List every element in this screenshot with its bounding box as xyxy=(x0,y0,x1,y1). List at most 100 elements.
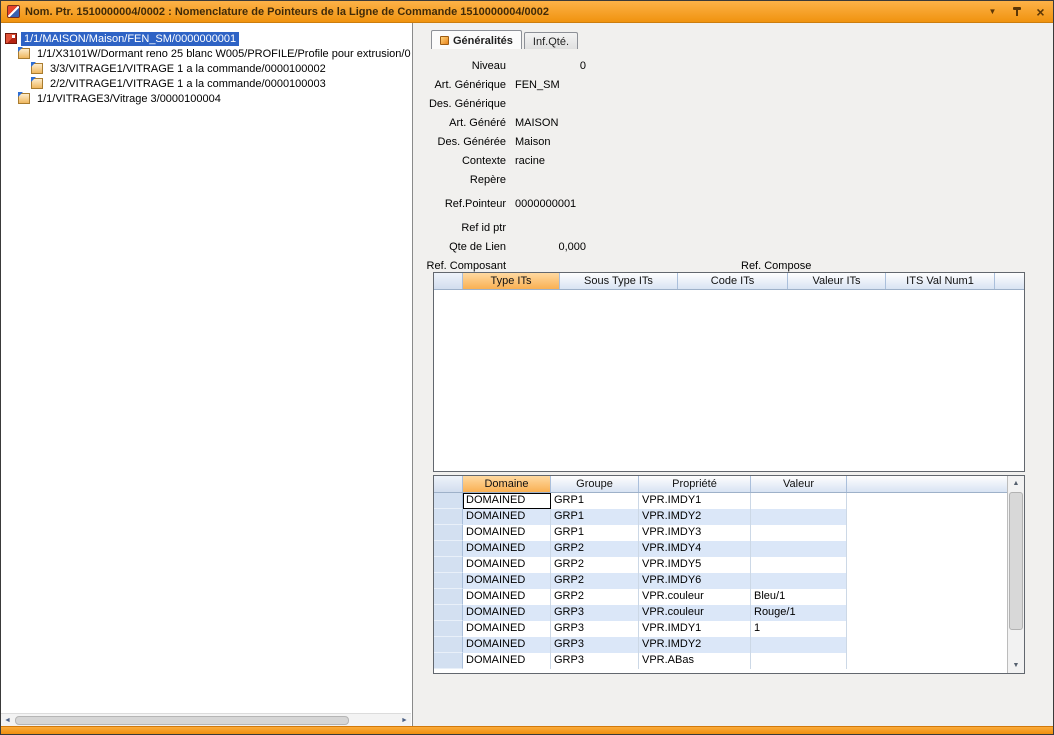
table-row[interactable]: DOMAINEDGRP1VPR.IMDY3 xyxy=(434,525,1007,541)
close-icon[interactable]: × xyxy=(1034,5,1047,19)
cell-domaine[interactable]: DOMAINED xyxy=(463,541,551,557)
cell-groupe[interactable]: GRP2 xyxy=(551,557,639,573)
row-header-cell[interactable] xyxy=(434,605,463,621)
cell-valeur[interactable]: Rouge/1 xyxy=(751,605,847,621)
table-row[interactable]: DOMAINEDGRP1VPR.IMDY1 xyxy=(434,493,1007,509)
cell-groupe[interactable]: GRP2 xyxy=(551,541,639,557)
cell-domaine[interactable]: DOMAINED xyxy=(463,621,551,637)
scroll-up-arrow-icon[interactable]: ▲ xyxy=(1008,476,1024,491)
column-header[interactable]: Propriété xyxy=(639,476,751,492)
scroll-left-arrow-icon[interactable]: ◄ xyxy=(1,714,14,727)
row-header-cell[interactable] xyxy=(434,509,463,525)
scroll-down-arrow-icon[interactable]: ▼ xyxy=(1008,658,1024,673)
cell-propriete[interactable]: VPR.IMDY2 xyxy=(639,509,751,525)
field-value[interactable]: 0 xyxy=(514,60,586,72)
row-header-cell[interactable] xyxy=(434,589,463,605)
table-row[interactable]: DOMAINEDGRP2VPR.couleurBleu/1 xyxy=(434,589,1007,605)
row-header-cell[interactable] xyxy=(434,525,463,541)
cell-domaine[interactable]: DOMAINED xyxy=(463,525,551,541)
cell-valeur[interactable] xyxy=(751,557,847,573)
table-row[interactable]: DOMAINEDGRP2VPR.IMDY5 xyxy=(434,557,1007,573)
pin-icon[interactable] xyxy=(1010,7,1023,16)
cell-propriete[interactable]: VPR.ABas xyxy=(639,653,751,669)
cell-groupe[interactable]: GRP3 xyxy=(551,653,639,669)
tree-item[interactable]: 1/1/X3101W/Dormant reno 25 blanc W005/PR… xyxy=(1,46,412,61)
field-value[interactable]: FEN_SM xyxy=(514,79,664,91)
column-header[interactable]: Groupe xyxy=(551,476,639,492)
column-header[interactable]: Valeur xyxy=(751,476,847,492)
cell-domaine[interactable]: DOMAINED xyxy=(463,493,551,509)
row-header-cell[interactable] xyxy=(434,493,463,509)
cell-groupe[interactable]: GRP1 xyxy=(551,493,639,509)
cell-propriete[interactable]: VPR.IMDY3 xyxy=(639,525,751,541)
cell-propriete[interactable]: VPR.IMDY4 xyxy=(639,541,751,557)
cell-valeur[interactable]: 1 xyxy=(751,621,847,637)
cell-domaine[interactable]: DOMAINED xyxy=(463,637,551,653)
tree-item[interactable]: 1/1/VITRAGE3/Vitrage 3/0000100004 xyxy=(1,91,412,106)
cell-propriete[interactable]: VPR.IMDY1 xyxy=(639,493,751,509)
column-header[interactable]: Sous Type ITs xyxy=(560,273,678,289)
cell-domaine[interactable]: DOMAINED xyxy=(463,653,551,669)
row-header-cell[interactable] xyxy=(434,653,463,669)
row-header-cell[interactable] xyxy=(434,573,463,589)
cell-domaine[interactable]: DOMAINED xyxy=(463,573,551,589)
cell-valeur[interactable] xyxy=(751,653,847,669)
cell-groupe[interactable]: GRP3 xyxy=(551,637,639,653)
tree-item[interactable]: 1/1/MAISON/Maison/FEN_SM/0000000001 xyxy=(1,31,412,46)
column-header[interactable]: Type ITs xyxy=(463,273,560,289)
its-table-body[interactable] xyxy=(434,290,1024,471)
cell-valeur[interactable] xyxy=(751,509,847,525)
cell-groupe[interactable]: GRP2 xyxy=(551,573,639,589)
column-header[interactable]: Domaine xyxy=(463,476,551,492)
cell-domaine[interactable]: DOMAINED xyxy=(463,589,551,605)
row-header-cell[interactable] xyxy=(434,621,463,637)
tab-inf-qte[interactable]: Inf.Qté. xyxy=(524,32,578,49)
row-header-cell[interactable] xyxy=(434,637,463,653)
header-corner-cell[interactable] xyxy=(434,476,463,492)
field-value[interactable]: 0000000001 xyxy=(514,198,664,210)
row-header-cell[interactable] xyxy=(434,557,463,573)
row-header-cell[interactable] xyxy=(434,541,463,557)
cell-groupe[interactable]: GRP1 xyxy=(551,509,639,525)
table-row[interactable]: DOMAINEDGRP2VPR.IMDY4 xyxy=(434,541,1007,557)
cell-propriete[interactable]: VPR.IMDY5 xyxy=(639,557,751,573)
field-value[interactable]: Maison xyxy=(514,136,664,148)
window-menu-dropdown-icon[interactable]: ▼ xyxy=(986,7,999,16)
table-row[interactable]: DOMAINEDGRP3VPR.ABas xyxy=(434,653,1007,669)
cell-propriete[interactable]: VPR.IMDY1 xyxy=(639,621,751,637)
cell-valeur[interactable] xyxy=(751,493,847,509)
tab-generalites[interactable]: Généralités xyxy=(431,30,522,49)
cell-domaine[interactable]: DOMAINED xyxy=(463,557,551,573)
cell-propriete[interactable]: VPR.IMDY6 xyxy=(639,573,751,589)
table-row[interactable]: DOMAINEDGRP1VPR.IMDY2 xyxy=(434,509,1007,525)
tree-horizontal-scrollbar[interactable]: ◄ ► xyxy=(1,713,411,726)
table-row[interactable]: DOMAINEDGRP3VPR.IMDY11 xyxy=(434,621,1007,637)
cell-valeur[interactable] xyxy=(751,525,847,541)
cell-groupe[interactable]: GRP2 xyxy=(551,589,639,605)
table-row[interactable]: DOMAINEDGRP2VPR.IMDY6 xyxy=(434,573,1007,589)
column-header[interactable]: ITS Val Num1 xyxy=(886,273,995,289)
cell-domaine[interactable]: DOMAINED xyxy=(463,605,551,621)
tree-item[interactable]: 2/2/VITRAGE1/VITRAGE 1 a la commande/000… xyxy=(1,76,412,91)
cell-propriete[interactable]: VPR.couleur xyxy=(639,589,751,605)
domain-table-vertical-scrollbar[interactable]: ▲ ▼ xyxy=(1007,476,1024,673)
horizontal-scrollbar-thumb[interactable] xyxy=(15,716,349,725)
cell-valeur[interactable] xyxy=(751,637,847,653)
field-value[interactable]: 0,000 xyxy=(514,241,586,253)
window-titlebar[interactable]: Nom. Ptr. 1510000004/0002 : Nomenclature… xyxy=(1,1,1053,23)
cell-groupe[interactable]: GRP3 xyxy=(551,621,639,637)
cell-valeur[interactable] xyxy=(751,573,847,589)
cell-groupe[interactable]: GRP3 xyxy=(551,605,639,621)
cell-domaine[interactable]: DOMAINED xyxy=(463,509,551,525)
tree-item[interactable]: 3/3/VITRAGE1/VITRAGE 1 a la commande/000… xyxy=(1,61,412,76)
table-row[interactable]: DOMAINEDGRP3VPR.couleurRouge/1 xyxy=(434,605,1007,621)
cell-propriete[interactable]: VPR.IMDY2 xyxy=(639,637,751,653)
column-header[interactable]: Code ITs xyxy=(678,273,788,289)
scroll-right-arrow-icon[interactable]: ► xyxy=(398,714,411,727)
header-corner-cell[interactable] xyxy=(434,273,463,289)
cell-propriete[interactable]: VPR.couleur xyxy=(639,605,751,621)
vertical-scrollbar-thumb[interactable] xyxy=(1009,492,1023,630)
table-row[interactable]: DOMAINEDGRP3VPR.IMDY2 xyxy=(434,637,1007,653)
cell-valeur[interactable]: Bleu/1 xyxy=(751,589,847,605)
field-value[interactable]: MAISON xyxy=(514,117,664,129)
